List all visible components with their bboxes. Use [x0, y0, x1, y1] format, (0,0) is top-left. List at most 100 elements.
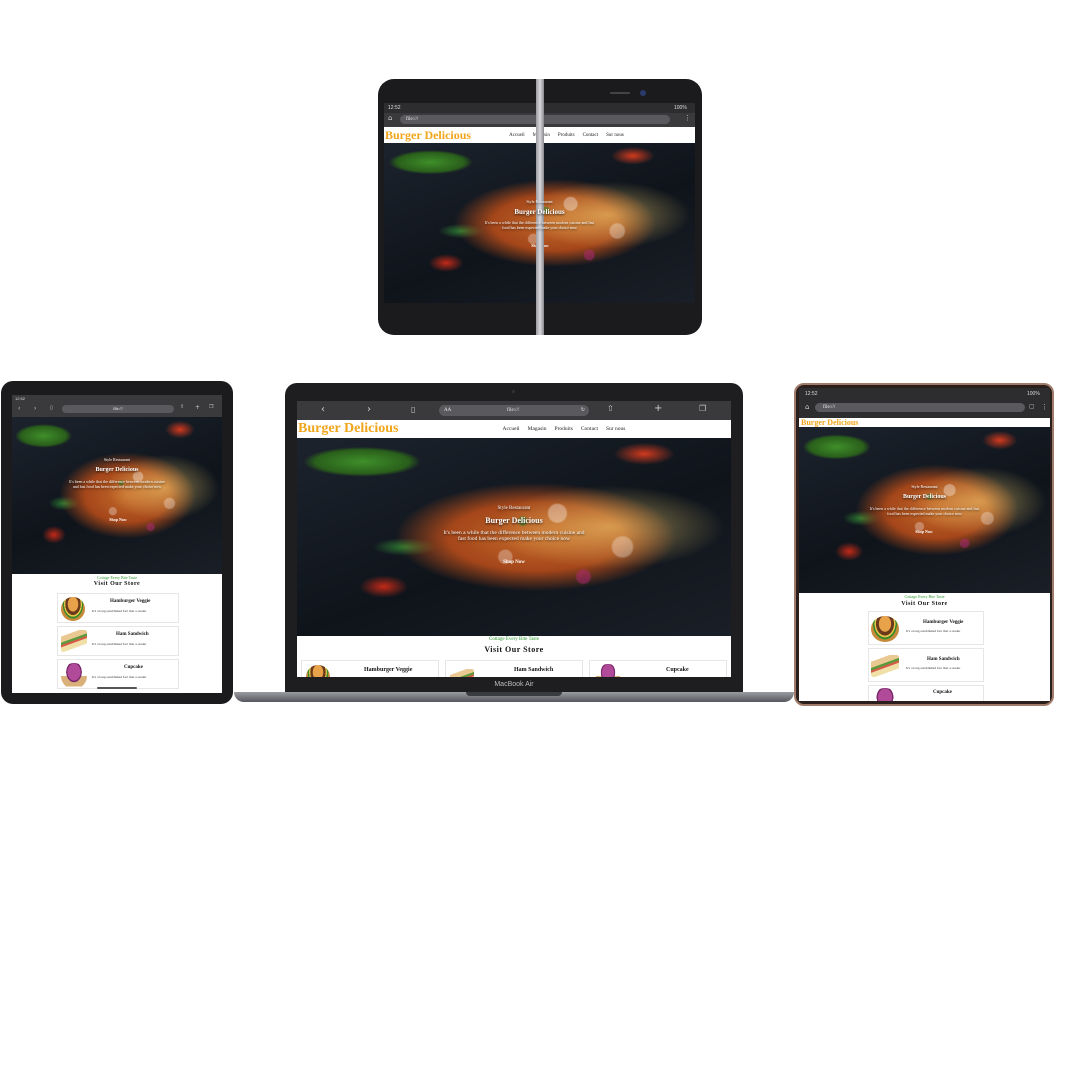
home-icon[interactable]: ⌂	[805, 404, 809, 411]
hero-kicker: Style Restaurant	[103, 457, 131, 462]
more-options-icon[interactable]: ⋮	[684, 115, 691, 122]
product-card[interactable]: Hamburger Veggie It's a long established…	[57, 593, 179, 623]
store-title: Visit Our Store	[901, 601, 948, 607]
tablet-display: 12:52 ‹ › ▯ file:/// ⇧ + ❐ Style Restaur…	[12, 395, 222, 693]
share-icon[interactable]: ⇧	[180, 405, 184, 410]
product-card[interactable]: Cupcake It's a long established fact tha…	[57, 659, 179, 689]
status-bar-time: 12:52	[805, 391, 818, 397]
tabs-icon[interactable]: ❐	[699, 405, 706, 413]
product-desc: It's a long established fact that a read…	[92, 642, 147, 646]
back-icon[interactable]: ‹	[321, 405, 325, 415]
product-card[interactable]: Hamburger Veggie	[301, 660, 439, 677]
hero-title: Burger Delicious	[902, 494, 947, 500]
nav-item-accueil[interactable]: Accueil	[502, 426, 519, 432]
url-text: file:///	[823, 405, 836, 410]
product-desc: It's a long established fact that a read…	[906, 629, 961, 633]
brand-logo[interactable]: Burger Delicious	[801, 418, 858, 427]
new-tab-icon[interactable]: +	[195, 405, 200, 411]
product-card[interactable]: Cupcake	[589, 660, 727, 677]
brand-logo[interactable]: Burger Delicious	[298, 421, 398, 437]
status-bar-time: 12:52	[15, 396, 26, 401]
product-name: Hamburger Veggie	[364, 667, 413, 673]
product-name: Cupcake	[666, 667, 689, 673]
nav-item-sur-nous[interactable]: Sur nous	[606, 426, 625, 432]
back-icon[interactable]: ‹	[18, 406, 20, 412]
nav-menu: Accueil Magasin Produits Contact Sur nou…	[509, 133, 624, 138]
product-name: Cupcake	[124, 665, 143, 670]
camera-icon	[640, 90, 646, 96]
laptop-notch	[466, 692, 562, 696]
url-text: file:///	[406, 117, 419, 122]
url-bar[interactable]: file:///	[62, 405, 174, 413]
new-tab-icon[interactable]: +	[654, 404, 662, 414]
forward-icon[interactable]: ›	[367, 405, 371, 415]
url-bar[interactable]: file:///	[815, 403, 1025, 412]
url-prefix: AA	[444, 408, 452, 413]
share-icon[interactable]: ⇧	[607, 405, 614, 413]
nav-item-sur-nous[interactable]: Sur nous	[606, 133, 624, 138]
tagline: Cottage Every Bite Taste	[904, 594, 945, 599]
laptop-device: ‹ › ▯ AA file:/// ↻ ⇧ + ❐ Burger Delicio…	[285, 383, 743, 692]
product-name: Ham Sandwich	[514, 667, 554, 673]
tabs-icon[interactable]: ❐	[209, 405, 213, 410]
forward-icon[interactable]: ›	[34, 406, 36, 412]
cupcake-image	[61, 663, 87, 689]
product-name: Ham Sandwich	[116, 632, 149, 637]
nav-item-produits[interactable]: Produits	[555, 426, 573, 432]
nav-item-contact[interactable]: Contact	[581, 426, 598, 432]
foldable-phone-device: 12:52 100% ⌂ file:/// ▢ ⋮ Burger Delicio…	[794, 383, 1054, 706]
tagline: Cottage Every Bite Taste	[97, 575, 137, 580]
hero-text: It's been a while that the difference be…	[869, 506, 980, 516]
product-card[interactable]: Cupcake	[868, 685, 984, 701]
product-card[interactable]: Ham Sandwich	[445, 660, 583, 677]
url-text: file:///	[507, 408, 520, 413]
burger-image	[871, 616, 899, 642]
url-bar[interactable]: file:///	[400, 115, 670, 124]
bookmarks-icon[interactable]: ▯	[411, 406, 415, 414]
product-name: Hamburger Veggie	[923, 620, 964, 625]
tabs-icon[interactable]: ▢	[1029, 404, 1035, 410]
hero-text: It's been a while that the difference be…	[69, 479, 165, 489]
product-name: Hamburger Veggie	[110, 599, 151, 604]
reload-icon[interactable]: ↻	[581, 405, 585, 416]
shop-now-button[interactable]: Shop Now	[494, 560, 534, 565]
dual-screen-device: 12:52 100% ⌂ file:/// ⋮ Burger Delicious…	[378, 79, 702, 335]
brand-logo[interactable]: Burger Delicious	[385, 128, 471, 143]
hero-title: Burger Delicious	[95, 467, 139, 473]
nav-item-accueil[interactable]: Accueil	[509, 133, 525, 138]
webcam-icon	[512, 390, 515, 393]
nav-item-produits[interactable]: Produits	[558, 133, 575, 138]
speaker-slot	[610, 92, 630, 94]
product-card[interactable]: Ham Sandwich It's a long established fac…	[868, 648, 984, 682]
shop-now-button[interactable]: Shop Now	[102, 517, 134, 522]
hero-title: Burger Delicious	[485, 516, 543, 525]
tagline: Cottage Every Bite Taste	[489, 637, 539, 642]
shop-now-button[interactable]: Shop Now	[908, 529, 940, 534]
foldable-display: 12:52 100% ⌂ file:/// ▢ ⋮ Burger Delicio…	[799, 388, 1050, 701]
hero-kicker: Style Restaurant	[911, 484, 938, 489]
product-card[interactable]: Ham Sandwich It's a long established fac…	[57, 626, 179, 656]
hinge	[536, 79, 544, 335]
url-bar[interactable]: AA file:/// ↻	[439, 405, 589, 416]
product-card[interactable]: Hamburger Veggie It's a long established…	[868, 611, 984, 645]
nav-item-contact[interactable]: Contact	[583, 133, 599, 138]
bookmarks-icon[interactable]: ▯	[50, 406, 53, 411]
laptop-display: ‹ › ▯ AA file:/// ↻ ⇧ + ❐ Burger Delicio…	[297, 401, 731, 677]
nav-item-magasin[interactable]: Magasin	[528, 426, 547, 432]
product-desc: It's a long established fact that a read…	[92, 609, 147, 613]
hero-title: Burger Delicious	[514, 208, 565, 216]
status-bar-battery: 100%	[1027, 391, 1040, 397]
home-icon[interactable]: ⌂	[388, 115, 392, 122]
hero-text: It's been a while that the difference be…	[443, 530, 585, 542]
product-name: Ham Sandwich	[927, 657, 960, 662]
hero-banner: Style Restaurant Burger Delicious It's b…	[799, 427, 1050, 593]
product-desc: It's a long established fact that a read…	[92, 675, 147, 679]
hero-kicker: Style Restaurant	[526, 199, 553, 204]
store-title: Visit Our Store	[484, 645, 544, 654]
burger-image	[61, 597, 85, 621]
more-options-icon[interactable]: ⋮	[1041, 404, 1048, 411]
product-desc: It's a long established fact that a read…	[906, 666, 961, 670]
cupcake-image	[596, 664, 620, 677]
hero-text: It's been a while that the difference be…	[484, 220, 595, 230]
burger-image	[306, 665, 330, 677]
